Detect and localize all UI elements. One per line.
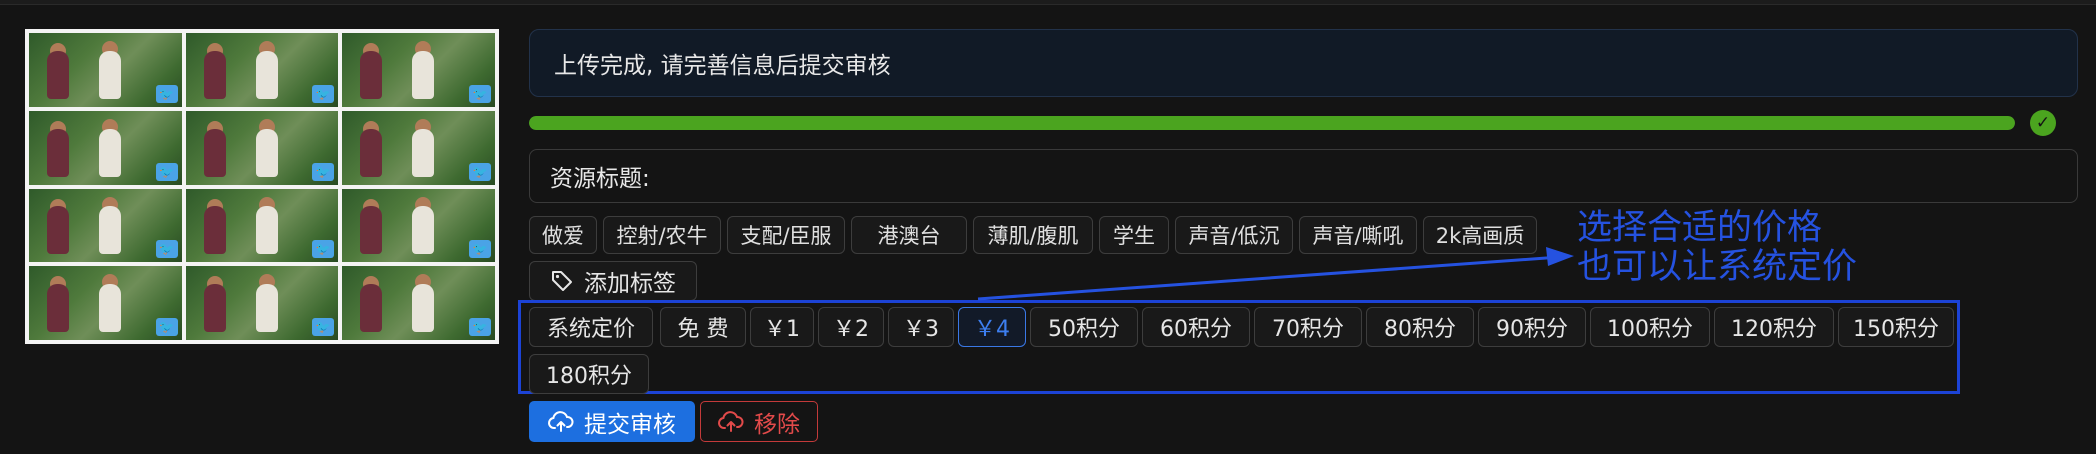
- video-thumbnail: 🐦: [342, 266, 495, 340]
- twitter-bird-icon: 🐦: [469, 84, 491, 103]
- tag-item[interactable]: 学生: [1099, 216, 1169, 254]
- video-thumbnail: 🐦: [29, 188, 182, 263]
- tag-item[interactable]: 薄肌/腹肌: [973, 216, 1093, 254]
- twitter-bird-icon: 🐦: [469, 240, 491, 259]
- twitter-bird-icon: 🐦: [312, 162, 335, 181]
- submit-review-button[interactable]: 提交审核: [529, 401, 695, 442]
- tag-item[interactable]: 做爱: [529, 216, 597, 254]
- tag-item[interactable]: 2k高画质: [1423, 216, 1537, 254]
- video-thumbnail: 🐦: [29, 33, 182, 107]
- tag-item[interactable]: 控射/农牛: [603, 216, 721, 254]
- price-option[interactable]: ￥3: [888, 307, 954, 347]
- thumbnail-figure: [412, 128, 435, 177]
- tag-item[interactable]: 支配/臣服: [727, 216, 845, 254]
- annotation-line-2: 也可以让系统定价: [1577, 247, 1858, 287]
- twitter-bird-icon: 🐦: [155, 162, 178, 181]
- price-option[interactable]: 180积分: [529, 354, 649, 394]
- top-divider: [0, 0, 2096, 5]
- video-thumbnail: 🐦: [185, 33, 339, 107]
- thumbnail-figure: [255, 128, 278, 177]
- thumbnail-figure: [47, 50, 69, 99]
- price-option[interactable]: 50积分: [1030, 307, 1138, 347]
- video-thumbnail: 🐦: [185, 110, 339, 185]
- cloud-upload-icon: [718, 410, 744, 432]
- twitter-bird-icon: 🐦: [155, 318, 178, 336]
- thumbnail-figure: [47, 128, 69, 177]
- upload-status-text: 上传完成, 请完善信息后提交审核: [554, 53, 891, 79]
- video-thumbnail-grid: 🐦 🐦 🐦 🐦 🐦 🐦 🐦 🐦 🐦 🐦 🐦 🐦: [25, 29, 499, 344]
- thumbnail-figure: [99, 206, 121, 255]
- upload-progress-bar: [529, 116, 2015, 130]
- price-option[interactable]: ￥2: [818, 307, 884, 347]
- video-thumbnail: 🐦: [29, 110, 182, 185]
- twitter-bird-icon: 🐦: [312, 318, 335, 336]
- price-option[interactable]: 120积分: [1714, 307, 1834, 347]
- thumbnail-figure: [99, 50, 121, 99]
- price-option[interactable]: 80积分: [1366, 307, 1474, 347]
- price-option-system[interactable]: 系统定价: [529, 307, 653, 347]
- thumbnail-figure: [47, 284, 69, 332]
- twitter-bird-icon: 🐦: [469, 162, 491, 181]
- thumbnail-figure: [203, 128, 226, 177]
- twitter-bird-icon: 🐦: [155, 84, 178, 103]
- thumbnail-figure: [360, 284, 383, 332]
- check-circle-icon: ✓: [2030, 110, 2056, 136]
- price-option[interactable]: ￥1: [750, 307, 814, 347]
- add-tag-button[interactable]: 添加标签: [529, 261, 697, 301]
- tag-list: 做爱 控射/农牛 支配/臣服 港澳台 薄肌/腹肌 学生 声音/低沉 声音/嘶吼 …: [529, 216, 1537, 254]
- thumbnail-figure: [412, 206, 435, 255]
- upload-status-message: 上传完成, 请完善信息后提交审核: [529, 29, 2078, 97]
- twitter-bird-icon: 🐦: [155, 240, 178, 259]
- twitter-bird-icon: 🐦: [469, 318, 491, 336]
- video-thumbnail: 🐦: [185, 188, 339, 263]
- tag-item[interactable]: 港澳台: [851, 216, 967, 254]
- resource-title-label: 资源标题:: [550, 166, 650, 192]
- price-option[interactable]: 150积分: [1838, 307, 1954, 347]
- twitter-bird-icon: 🐦: [312, 240, 335, 259]
- upload-progress-fill: [529, 116, 2015, 130]
- price-option[interactable]: 90积分: [1478, 307, 1586, 347]
- cloud-upload-icon: [548, 410, 574, 432]
- thumbnail-figure: [203, 50, 226, 99]
- tag-icon: [552, 271, 572, 291]
- thumbnail-figure: [255, 284, 278, 332]
- tag-item[interactable]: 声音/低沉: [1175, 216, 1293, 254]
- thumbnail-figure: [99, 128, 121, 177]
- thumbnail-figure: [99, 284, 121, 332]
- tag-item[interactable]: 声音/嘶吼: [1299, 216, 1417, 254]
- submit-review-label: 提交审核: [584, 410, 676, 437]
- thumbnail-figure: [360, 50, 383, 99]
- thumbnail-figure: [47, 206, 69, 255]
- thumbnail-figure: [255, 206, 278, 255]
- annotation-line-1: 选择合适的价格: [1577, 208, 1823, 248]
- price-option[interactable]: 70积分: [1254, 307, 1362, 347]
- video-thumbnail: 🐦: [342, 110, 495, 185]
- video-thumbnail: 🐦: [29, 266, 182, 340]
- resource-title-input[interactable]: [649, 162, 2057, 190]
- pricing-annotation: 选择合适的价格 也可以让系统定价: [1577, 209, 1907, 287]
- resource-title-field[interactable]: 资源标题:: [529, 149, 2078, 203]
- price-option[interactable]: 60积分: [1142, 307, 1250, 347]
- add-tag-label: 添加标签: [584, 271, 676, 297]
- price-option-selected[interactable]: ￥4: [958, 307, 1026, 347]
- thumbnail-figure: [203, 284, 226, 332]
- remove-label: 移除: [754, 410, 800, 437]
- video-thumbnail: 🐦: [342, 188, 495, 263]
- thumbnail-figure: [360, 128, 383, 177]
- thumbnail-figure: [412, 50, 435, 99]
- video-thumbnail: 🐦: [185, 266, 339, 340]
- twitter-bird-icon: 🐦: [312, 84, 335, 103]
- thumbnail-figure: [360, 206, 383, 255]
- remove-button[interactable]: 移除: [700, 401, 818, 442]
- thumbnail-figure: [255, 50, 278, 99]
- video-thumbnail: 🐦: [342, 33, 495, 107]
- thumbnail-figure: [412, 284, 435, 332]
- thumbnail-figure: [203, 206, 226, 255]
- price-option-free[interactable]: 免 费: [660, 307, 746, 347]
- price-option[interactable]: 100积分: [1590, 307, 1710, 347]
